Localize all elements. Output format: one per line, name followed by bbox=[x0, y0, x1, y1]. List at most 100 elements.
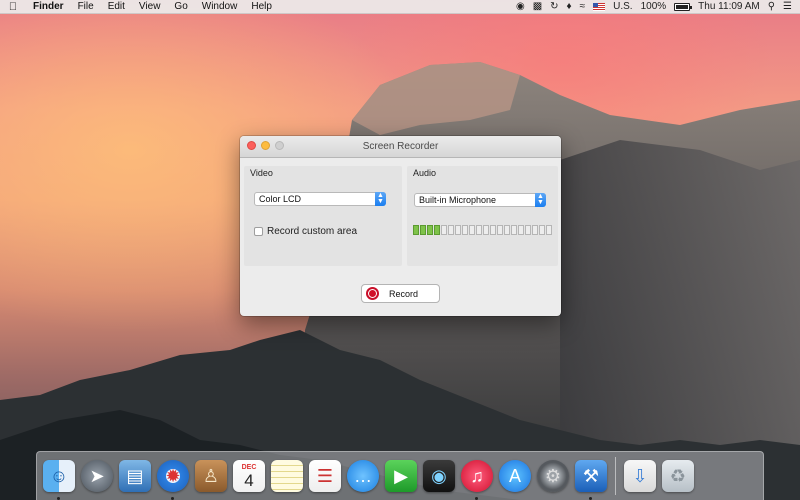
trash-icon[interactable]: ♻ bbox=[660, 458, 696, 494]
meter-segment bbox=[525, 225, 531, 235]
itunes-icon[interactable]: ♫ bbox=[459, 458, 495, 500]
dock-separator bbox=[615, 457, 616, 495]
display-select-value: Color LCD bbox=[259, 194, 302, 204]
finder-glyph: ☺ bbox=[43, 460, 75, 492]
record-icon bbox=[366, 287, 379, 300]
meter-segment bbox=[476, 225, 482, 235]
wifi-icon[interactable]: ≈ bbox=[580, 0, 586, 14]
messages-icon[interactable]: … bbox=[345, 458, 381, 494]
launchpad-icon[interactable]: ➤ bbox=[79, 458, 115, 494]
photo-booth-glyph: ◉ bbox=[423, 460, 455, 492]
menu-go[interactable]: Go bbox=[167, 0, 194, 14]
battery-percent: 100% bbox=[640, 0, 667, 12]
menu-window[interactable]: Window bbox=[195, 0, 245, 14]
window-title: Screen Recorder bbox=[362, 141, 439, 152]
meter-segment bbox=[539, 225, 545, 235]
calendar-icon[interactable]: DEC 4 bbox=[231, 458, 267, 494]
xcode-icon[interactable]: ⚒ bbox=[573, 458, 609, 500]
video-label: Video bbox=[250, 168, 273, 178]
menu-app-name[interactable]: Finder bbox=[26, 0, 71, 14]
meter-segment bbox=[462, 225, 468, 235]
meter-segment bbox=[434, 225, 440, 235]
audio-level-meter bbox=[413, 225, 552, 235]
meter-segment bbox=[441, 225, 447, 235]
reminders-icon[interactable]: ☰ bbox=[307, 458, 343, 494]
system-preferences-icon[interactable]: ⚙ bbox=[535, 458, 571, 494]
downloads-stack-icon[interactable]: ⇩ bbox=[622, 458, 658, 494]
safari-glyph: ✹ bbox=[157, 460, 189, 492]
record-button[interactable]: Record bbox=[361, 284, 440, 303]
contacts-icon[interactable]: ♙ bbox=[193, 458, 229, 494]
menu-file[interactable]: File bbox=[71, 0, 101, 14]
close-button[interactable] bbox=[247, 141, 256, 150]
launchpad-glyph: ➤ bbox=[81, 460, 113, 492]
audio-label: Audio bbox=[413, 168, 437, 178]
meter-segment bbox=[546, 225, 552, 235]
meter-segment bbox=[490, 225, 496, 235]
finder-icon[interactable]: ☺ bbox=[41, 458, 77, 500]
notes-icon[interactable] bbox=[269, 458, 305, 494]
custom-area-row[interactable]: Record custom area bbox=[254, 226, 357, 237]
safari-icon[interactable]: ✹ bbox=[155, 458, 191, 500]
meter-segment bbox=[483, 225, 489, 235]
meter-segment bbox=[511, 225, 517, 235]
clock[interactable]: Thu 11:09 AM bbox=[698, 0, 760, 14]
meter-segment bbox=[518, 225, 524, 235]
select-stepper-icon: ▲ ▼ bbox=[535, 193, 546, 207]
messages-glyph: … bbox=[347, 460, 379, 492]
meter-segment bbox=[455, 225, 461, 235]
audio-input-value: Built-in Microphone bbox=[419, 195, 497, 205]
meter-segment bbox=[504, 225, 510, 235]
meter-segment bbox=[497, 225, 503, 235]
facetime-icon[interactable]: ▶ bbox=[383, 458, 419, 494]
preview-icon[interactable]: ▤ bbox=[117, 458, 153, 494]
screen-recorder-window: Screen Recorder Video Color LCD ▲ ▼ Recor… bbox=[240, 136, 561, 316]
input-source-label[interactable]: U.S. bbox=[613, 0, 632, 14]
network-icon[interactable]: ♦ bbox=[567, 0, 572, 14]
calendar-glyph: DEC 4 bbox=[233, 460, 265, 492]
app-store-icon[interactable]: A bbox=[497, 458, 533, 494]
contacts-glyph: ♙ bbox=[195, 460, 227, 492]
bluetooth-like-icon[interactable]: ◉ bbox=[516, 0, 525, 14]
record-label: Record bbox=[389, 288, 419, 299]
custom-area-label[interactable]: Record custom area bbox=[267, 226, 357, 237]
audio-input-select[interactable]: Built-in Microphone ▲ ▼ bbox=[414, 193, 546, 207]
meter-segment bbox=[420, 225, 426, 235]
meter-segment bbox=[448, 225, 454, 235]
reminders-glyph: ☰ bbox=[309, 460, 341, 492]
audio-panel: Audio Built-in Microphone ▲ ▼ bbox=[407, 166, 558, 266]
itunes-glyph: ♫ bbox=[461, 460, 493, 492]
time-machine-icon[interactable]: ↻ bbox=[550, 0, 558, 14]
calendar-day: 4 bbox=[244, 470, 254, 490]
menu-help[interactable]: Help bbox=[244, 0, 279, 14]
photo-booth-icon[interactable]: ◉ bbox=[421, 458, 457, 494]
notes-glyph bbox=[271, 460, 303, 492]
minimize-button[interactable] bbox=[261, 141, 270, 150]
dock: ☺ ➤ ▤ ✹ ♙ DEC 4 ☰… ▶ ◉ ♫ A ⚙ ⚒ ⇩ ♻ bbox=[36, 451, 764, 500]
battery-icon[interactable] bbox=[674, 2, 693, 11]
zoom-button[interactable] bbox=[275, 141, 284, 150]
menu-edit[interactable]: Edit bbox=[101, 0, 132, 14]
system-preferences-glyph: ⚙ bbox=[537, 460, 569, 492]
apple-icon[interactable]:  bbox=[0, 1, 26, 13]
custom-area-checkbox[interactable] bbox=[254, 227, 263, 236]
menu-view[interactable]: View bbox=[132, 0, 168, 14]
menu-bar:  Finder File Edit View Go Window Help ◉… bbox=[0, 0, 800, 14]
select-stepper-icon: ▲ ▼ bbox=[375, 192, 386, 206]
window-titlebar[interactable]: Screen Recorder bbox=[240, 136, 561, 158]
meter-segment bbox=[532, 225, 538, 235]
app-store-glyph: A bbox=[499, 460, 531, 492]
xcode-glyph: ⚒ bbox=[575, 460, 607, 492]
display-icon[interactable]: ▩ bbox=[533, 0, 542, 14]
meter-segment bbox=[413, 225, 419, 235]
search-icon[interactable]: ⚲ bbox=[768, 0, 775, 14]
meter-segment bbox=[469, 225, 475, 235]
list-icon[interactable]: ☰ bbox=[783, 0, 792, 14]
downloads-stack-glyph: ⇩ bbox=[624, 460, 656, 492]
flag-icon[interactable] bbox=[593, 2, 606, 11]
status-area: ◉ ▩ ↻ ♦ ≈ U.S. 100% Thu 11:09 AM ⚲ ☰ bbox=[516, 0, 800, 14]
preview-glyph: ▤ bbox=[119, 460, 151, 492]
facetime-glyph: ▶ bbox=[385, 460, 417, 492]
display-select[interactable]: Color LCD ▲ ▼ bbox=[254, 192, 386, 206]
trash-glyph: ♻ bbox=[662, 460, 694, 492]
